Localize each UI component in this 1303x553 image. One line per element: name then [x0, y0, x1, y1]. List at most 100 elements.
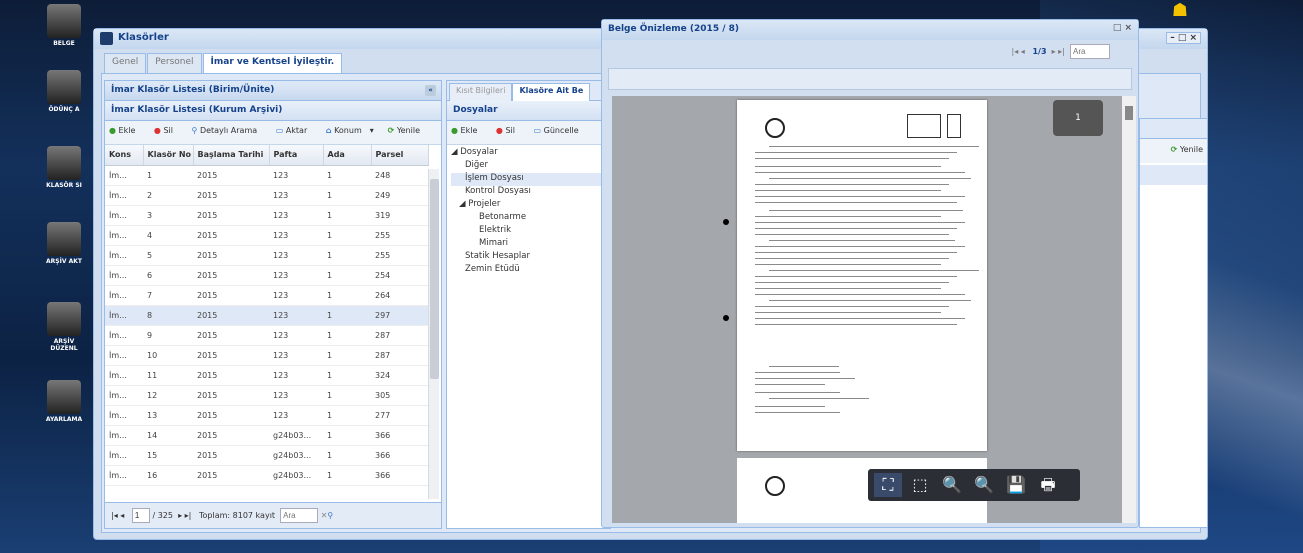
- preview-titlebar[interactable]: Belge Önizleme (2015 / 8) □ ×: [602, 20, 1138, 40]
- tree-node[interactable]: Kontrol Dosyası: [451, 186, 606, 199]
- table-cell: 1: [323, 425, 371, 446]
- table-cell: 2015: [193, 225, 269, 246]
- text-line: [755, 228, 957, 229]
- preview-next-button[interactable]: ▸ ▸|: [1052, 47, 1065, 56]
- table-row[interactable]: İm... 13 2015 123 1 277: [105, 405, 429, 426]
- preview-search-input[interactable]: [1070, 44, 1110, 59]
- col-header[interactable]: Pafta: [269, 145, 324, 166]
- desktop-icon-belge[interactable]: BELGE: [40, 4, 88, 47]
- scroll-thumb[interactable]: [430, 179, 439, 379]
- tab-imar[interactable]: İmar ve Kentsel İyileştir.: [202, 53, 343, 73]
- col-header[interactable]: Başlama Tarihi: [193, 145, 270, 166]
- edit-icon: ▭: [533, 126, 542, 135]
- table-row[interactable]: İm... 9 2015 123 1 287: [105, 325, 429, 346]
- location-button[interactable]: ⌂ Konum ▾: [326, 126, 374, 135]
- search-icon[interactable]: ⚲: [327, 511, 333, 520]
- table-cell: 15: [143, 445, 193, 466]
- right-refresh-button[interactable]: ⟳ Yenile: [1140, 139, 1207, 163]
- tree-node[interactable]: Elektrik: [451, 225, 606, 238]
- table-row[interactable]: İm... 14 2015 g24b03... 1 366: [105, 425, 429, 446]
- tab-klasor-belgeler[interactable]: Klasöre Ait Be: [512, 83, 591, 101]
- text-line: [755, 392, 840, 393]
- app-logo-icon: [100, 32, 113, 45]
- table-row[interactable]: İm... 1 2015 123 1 248: [105, 165, 429, 186]
- tab-genel[interactable]: Genel: [104, 53, 147, 73]
- preview-prev-button[interactable]: |◂ ◂: [1012, 47, 1025, 56]
- table-cell: 319: [371, 205, 429, 226]
- scroll-thumb[interactable]: [1125, 106, 1133, 120]
- table-cell: 2015: [193, 385, 269, 406]
- delete-button[interactable]: ● Sil: [496, 126, 523, 135]
- pager-next-button[interactable]: ▸ ▸|: [178, 511, 191, 520]
- pager-prev-button[interactable]: |◂ ◂: [111, 511, 124, 520]
- table-row[interactable]: İm... 2 2015 123 1 249: [105, 185, 429, 206]
- tree-node[interactable]: Mimari: [451, 238, 606, 251]
- update-label: Güncelle: [543, 126, 579, 135]
- tab-personel[interactable]: Personel: [147, 53, 202, 73]
- fit-page-icon[interactable]: ⛶: [874, 473, 902, 497]
- col-header[interactable]: Ada: [323, 145, 372, 166]
- add-button[interactable]: ● Ekle: [109, 126, 143, 135]
- update-button[interactable]: ▭ Güncelle: [534, 126, 587, 135]
- table-row[interactable]: İm... 11 2015 123 1 324: [105, 365, 429, 386]
- grid-scrollbar[interactable]: [428, 169, 439, 499]
- col-header[interactable]: Parsel: [371, 145, 429, 166]
- tree-node[interactable]: Diğer: [451, 160, 606, 173]
- dosyalar-toolbar: ● Ekle ● Sil ▭ Güncelle: [447, 121, 610, 145]
- table-row[interactable]: İm... 5 2015 123 1 255: [105, 245, 429, 266]
- minus-icon: ●: [153, 126, 161, 135]
- preview-controls[interactable]: □ ×: [1113, 23, 1132, 33]
- zoom-out-icon[interactable]: 🔍: [938, 473, 966, 497]
- text-line: [769, 178, 971, 179]
- table-row[interactable]: İm... 4 2015 123 1 255: [105, 225, 429, 246]
- table-row[interactable]: İm... 8 2015 123 1 297: [105, 305, 429, 326]
- table-cell: 248: [371, 165, 429, 186]
- print-icon[interactable]: 🖶: [1034, 473, 1062, 497]
- col-header[interactable]: Klasör No: [143, 145, 194, 166]
- grid-search-input[interactable]: [280, 508, 319, 523]
- desktop-icon-klasor[interactable]: KLASÖR SI: [40, 146, 88, 189]
- text-line: [755, 406, 825, 407]
- table-row[interactable]: İm... 7 2015 123 1 264: [105, 285, 429, 306]
- delete-button[interactable]: ● Sil: [154, 126, 181, 135]
- preview-title: Belge Önizleme (2015 / 8): [608, 24, 740, 34]
- desktop-icon-arsiv-duzen[interactable]: ARŞİV DÜZENL: [40, 302, 88, 352]
- add-button[interactable]: ● Ekle: [451, 126, 485, 135]
- table-row[interactable]: İm... 10 2015 123 1 287: [105, 345, 429, 366]
- tree-node[interactable]: Statik Hesaplar: [451, 251, 606, 264]
- document-viewer[interactable]: 1 ⛶ ⬚ 🔍 🔍 💾 🖶: [612, 96, 1136, 523]
- preview-subbar: [608, 68, 1132, 90]
- search-button[interactable]: ⚲ Detaylı Arama: [192, 126, 266, 135]
- refresh-icon: ⟳: [1170, 145, 1178, 154]
- table-row[interactable]: İm... 16 2015 g24b03... 1 366: [105, 465, 429, 486]
- table-row[interactable]: İm... 3 2015 123 1 319: [105, 205, 429, 226]
- zoom-in-icon[interactable]: 🔍: [970, 473, 998, 497]
- text-line: [755, 166, 941, 167]
- export-button[interactable]: ▭ Aktar: [276, 126, 316, 135]
- text-line: [769, 300, 971, 301]
- window-controls[interactable]: – □ ×: [1166, 32, 1201, 44]
- collapse-icon[interactable]: «: [425, 85, 436, 96]
- tree-node-selected[interactable]: İşlem Dosyası: [451, 173, 610, 186]
- table-cell: 1: [143, 165, 193, 186]
- table-row[interactable]: İm... 15 2015 g24b03... 1 366: [105, 445, 429, 466]
- fit-width-icon[interactable]: ⬚: [906, 473, 934, 497]
- panel-header: İmar Klasör Listesi (Birim/Ünite) «: [105, 81, 441, 101]
- viewer-scrollbar[interactable]: [1122, 96, 1136, 523]
- tree-node[interactable]: Betonarme: [451, 212, 606, 225]
- save-icon[interactable]: 💾: [1002, 473, 1030, 497]
- col-header[interactable]: Kons: [105, 145, 144, 166]
- table-row[interactable]: İm... 6 2015 123 1 254: [105, 265, 429, 286]
- desktop-icon-ayarlama[interactable]: AYARLAMA: [40, 380, 88, 423]
- desktop-icon-odunc[interactable]: ÖDÜNÇ A: [40, 70, 88, 113]
- desktop-icon-arsiv[interactable]: ARŞİV AKT: [40, 222, 88, 265]
- table-cell: 277: [371, 405, 429, 426]
- tree-node[interactable]: ◢ Projeler: [451, 199, 606, 212]
- page-input[interactable]: [131, 508, 150, 523]
- tree-node[interactable]: ◢ Dosyalar: [451, 147, 606, 160]
- table-row[interactable]: İm... 12 2015 123 1 305: [105, 385, 429, 406]
- tree-node[interactable]: Zemin Etüdü: [451, 264, 606, 277]
- tab-kisit[interactable]: Kısıt Bilgileri: [449, 83, 513, 101]
- refresh-button[interactable]: ⟳ Yenile: [388, 126, 428, 135]
- table-cell: İm...: [105, 405, 143, 426]
